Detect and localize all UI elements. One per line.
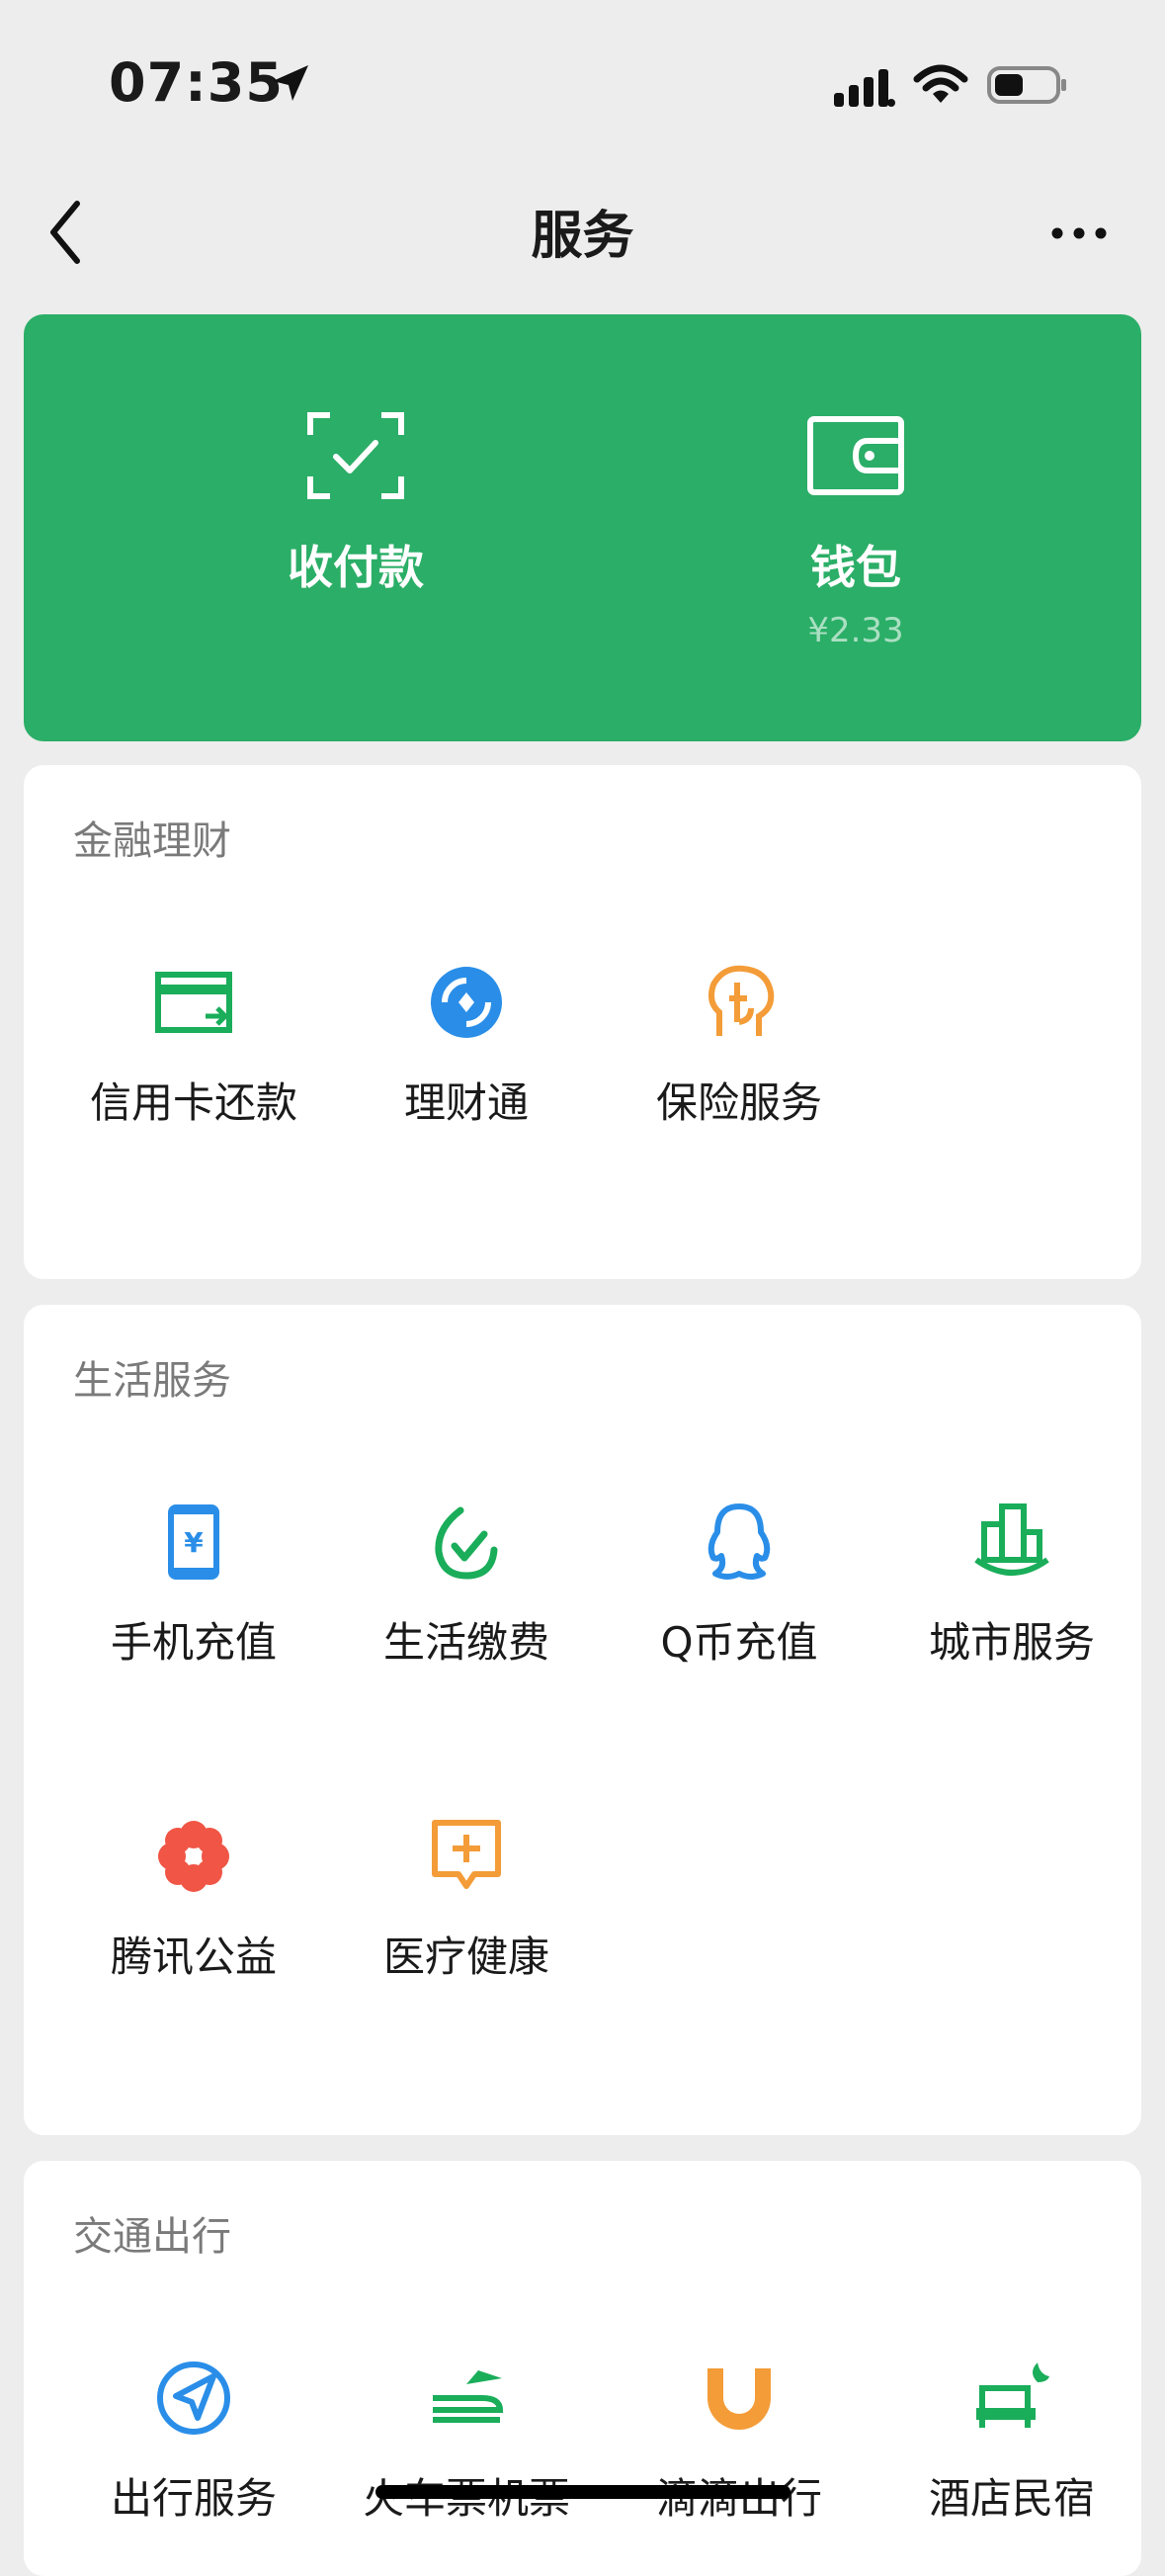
- more-options-icon[interactable]: [1047, 214, 1111, 253]
- payment-wallet-card: 收付款 钱包 ¥2.33: [24, 314, 1141, 741]
- service-item-travel[interactable]: 出行服务: [57, 2359, 330, 2556]
- city-services-icon: [974, 1503, 1049, 1576]
- receive-pay-button[interactable]: 收付款: [158, 314, 553, 741]
- home-indicator[interactable]: [375, 2485, 791, 2499]
- scan-check-icon: [307, 412, 404, 499]
- cellular-signal-icon: [834, 69, 895, 107]
- service-label: 保险服务: [655, 1078, 822, 1127]
- service-label: 手机充值: [110, 1618, 277, 1667]
- hotel-icon: [976, 2362, 1049, 2428]
- transport-section: 交通出行 出行服务 火车票机票 滴滴出行 酒店民宿: [24, 2161, 1141, 2576]
- service-item-insurance[interactable]: 保险服务: [603, 963, 875, 1160]
- section-title: 交通出行: [73, 2214, 231, 2260]
- wallet-icon: [807, 416, 904, 495]
- service-label: 酒店民宿: [928, 2474, 1095, 2523]
- service-label: 理财通: [403, 1078, 529, 1127]
- section-title: 生活服务: [73, 1358, 231, 1404]
- receive-pay-label: 收付款: [288, 541, 424, 594]
- insurance-icon: [708, 965, 775, 1036]
- service-label: Q币充值: [660, 1618, 818, 1667]
- service-item-hotel[interactable]: 酒店民宿: [875, 2359, 1148, 2556]
- service-item-utility[interactable]: 生活缴费: [330, 1503, 603, 1700]
- service-label: 医疗健康: [382, 1932, 549, 1981]
- train-plane-icon: [433, 2370, 504, 2423]
- credit-card-icon: [155, 972, 232, 1033]
- utility-payment-icon: [435, 1506, 498, 1580]
- wifi-icon: [913, 64, 968, 103]
- status-bar: 07:35: [0, 0, 1165, 168]
- service-label: 信用卡还款: [89, 1078, 297, 1127]
- wealth-icon: [431, 967, 502, 1038]
- service-item-credit-card[interactable]: 信用卡还款: [57, 963, 330, 1160]
- wallet-button[interactable]: 钱包 ¥2.33: [658, 314, 1053, 741]
- service-item-wealth[interactable]: 理财通: [330, 963, 603, 1160]
- service-item-qq-coin[interactable]: Q币充值: [603, 1503, 875, 1700]
- life-services-section: 生活服务 ¥ 手机充值 生活缴费 Q币充值 城市服务 腾讯公益 医疗健康: [24, 1305, 1141, 2135]
- section-title: 金融理财: [73, 818, 231, 864]
- finance-section: 金融理财 信用卡还款 理财通 保险服务: [24, 765, 1141, 1279]
- service-label: 城市服务: [928, 1618, 1095, 1667]
- status-time: 07:35: [109, 51, 284, 114]
- service-item-train-plane[interactable]: 火车票机票: [330, 2359, 603, 2556]
- service-item-medical[interactable]: 医疗健康: [330, 1817, 603, 2015]
- battery-icon: [987, 66, 1066, 104]
- service-item-didi[interactable]: 滴滴出行: [603, 2359, 875, 2556]
- tencent-charity-icon: [158, 1821, 229, 1892]
- service-label: 腾讯公益: [110, 1932, 277, 1981]
- page-title: 服务: [531, 207, 634, 266]
- didi-icon: [707, 2368, 771, 2430]
- nav-bar: 服务: [0, 168, 1165, 306]
- wallet-balance: ¥2.33: [807, 611, 904, 650]
- service-item-charity[interactable]: 腾讯公益: [57, 1817, 330, 2015]
- service-label: 出行服务: [110, 2474, 277, 2523]
- wallet-label: 钱包: [810, 541, 901, 594]
- service-item-city[interactable]: 城市服务: [875, 1503, 1148, 1700]
- location-arrow-icon: [273, 65, 308, 101]
- medical-health-icon: [432, 1820, 501, 1889]
- svg-text:¥: ¥: [184, 1526, 204, 1559]
- service-label: 生活缴费: [382, 1618, 549, 1667]
- travel-services-icon: [157, 2361, 230, 2435]
- phone-topup-icon: ¥: [168, 1504, 219, 1580]
- qq-coin-icon: [707, 1503, 771, 1580]
- service-item-phone-topup[interactable]: ¥ 手机充值: [57, 1503, 330, 1700]
